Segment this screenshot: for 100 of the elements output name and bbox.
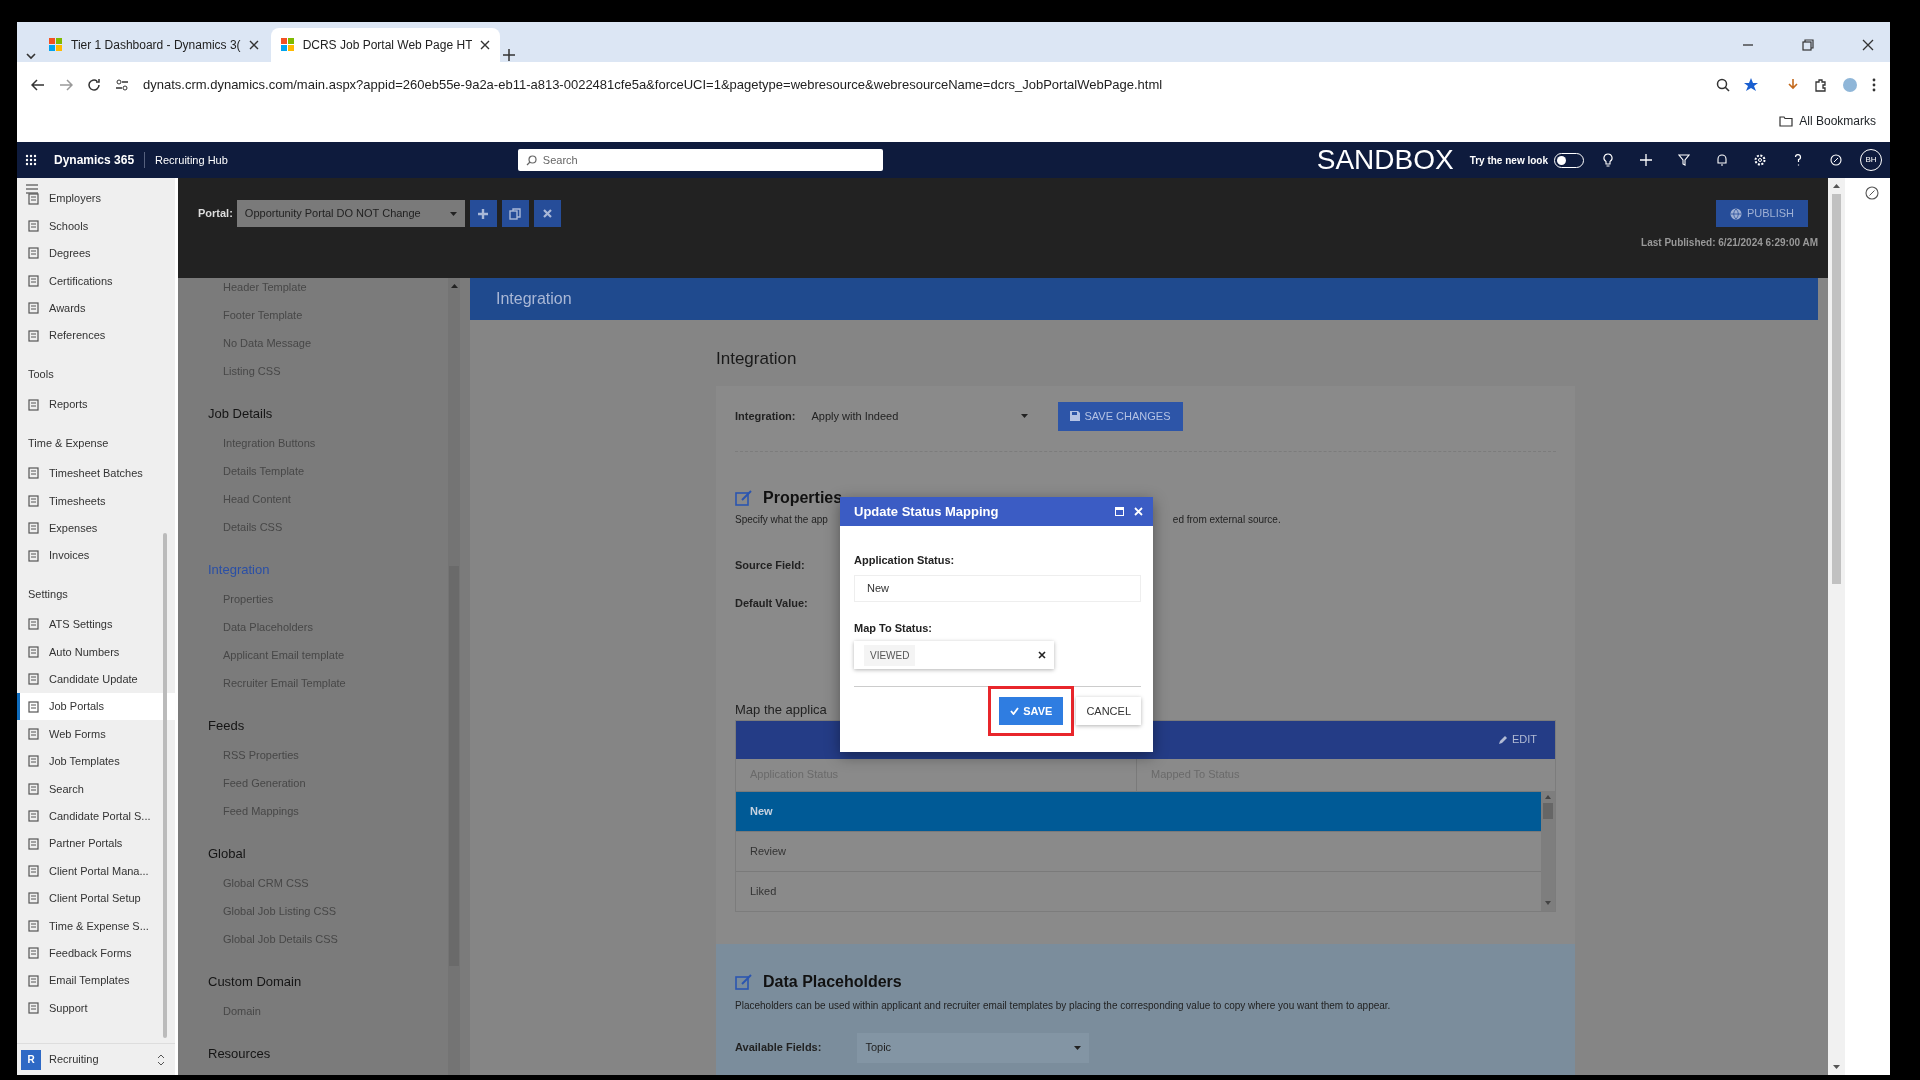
back-icon[interactable] <box>31 77 45 92</box>
table-row[interactable]: Liked <box>736 870 1541 911</box>
sidebar-item[interactable]: Timesheets <box>17 487 175 515</box>
sidebar-item[interactable]: Certifications <box>17 267 175 295</box>
nav-heading[interactable]: Global <box>208 825 448 869</box>
sidebar-item[interactable]: Auto Numbers <box>17 638 175 666</box>
sidebar-item[interactable]: Web Forms <box>17 720 175 748</box>
sidebar-item[interactable]: Job Templates <box>17 747 175 776</box>
edit-icon <box>735 973 753 990</box>
sidebar-item[interactable]: References <box>17 321 175 350</box>
nav-heading[interactable]: Resources <box>208 1025 448 1069</box>
sidebar-item[interactable]: Degrees <box>17 239 175 268</box>
scrollbar-thumb[interactable] <box>1543 802 1553 819</box>
map-to-status-field[interactable]: VIEWED <box>854 641 1054 669</box>
menu-icon[interactable] <box>26 184 38 194</box>
scroll-down-icon[interactable] <box>1833 1065 1840 1069</box>
search-field[interactable]: Search <box>517 149 883 171</box>
lightbulb-icon[interactable] <box>1602 153 1614 167</box>
description-text: ed from external source. <box>1172 512 1281 527</box>
maximize-icon[interactable] <box>1115 507 1124 516</box>
scroll-up-icon[interactable] <box>1833 184 1840 188</box>
close-icon[interactable] <box>248 40 259 50</box>
plus-icon <box>478 208 489 219</box>
reload-icon[interactable] <box>87 77 101 92</box>
chat-icon[interactable] <box>1865 186 1879 200</box>
sidebar-item[interactable]: Invoices <box>17 541 175 570</box>
area-switcher[interactable]: Recruiting <box>49 1051 149 1068</box>
available-fields-select[interactable]: Topic <box>857 1032 1090 1063</box>
sidebar-item[interactable]: Feedback Forms <box>17 939 175 967</box>
edit-link[interactable]: EDIT <box>1497 731 1537 748</box>
portal-select[interactable]: Opportunity Portal DO NOT Change <box>236 200 465 227</box>
sidebar-item[interactable]: Partner Portals <box>17 829 175 858</box>
close-icon[interactable] <box>1862 39 1874 51</box>
save-button[interactable]: SAVE <box>999 697 1064 725</box>
browser-tab[interactable]: DCRS Job Portal Web Page HT <box>270 28 501 62</box>
plus-icon[interactable] <box>1640 153 1652 167</box>
integration-label: Integration: <box>735 408 796 424</box>
help-icon[interactable] <box>1792 153 1804 167</box>
page-icon <box>28 522 39 535</box>
scrollbar-thumb[interactable] <box>1832 194 1841 584</box>
filter-icon[interactable] <box>1678 153 1690 167</box>
table-row[interactable]: New <box>736 790 1541 831</box>
clear-icon[interactable] <box>1038 651 1046 659</box>
sidebar-item[interactable]: Timesheet Batches <box>17 459 175 488</box>
bell-icon[interactable] <box>1716 153 1728 167</box>
publish-button[interactable]: PUBLISH <box>1715 200 1808 227</box>
page-icon <box>28 673 39 686</box>
sidebar-item[interactable]: Awards <box>17 294 175 322</box>
sidebar-item[interactable]: Search <box>17 775 175 803</box>
page-icon <box>28 494 39 507</box>
zoom-icon[interactable] <box>1716 77 1730 92</box>
sidebar-item[interactable]: Client Portal Mana... <box>17 857 175 885</box>
settings-icon[interactable] <box>1754 153 1766 167</box>
sidebar-item[interactable]: Client Portal Setup <box>17 884 175 913</box>
star-icon[interactable] <box>1744 77 1758 92</box>
sidebar-item[interactable]: Employers <box>17 185 175 213</box>
page-icon <box>28 1001 39 1014</box>
globe-icon <box>1729 207 1742 220</box>
forward-icon[interactable] <box>59 77 73 92</box>
dropdown-icon[interactable] <box>25 50 37 62</box>
table-row[interactable]: Review <box>736 830 1541 871</box>
extensions-icon[interactable] <box>1814 77 1828 92</box>
new-tab-icon[interactable] <box>502 48 517 62</box>
sidebar-item[interactable]: Schools <box>17 212 175 240</box>
sidebar-item[interactable]: Candidate Update <box>17 665 175 693</box>
sidebar-item[interactable]: Reports <box>17 390 175 419</box>
save-changes-button[interactable]: SAVE CHANGES <box>1057 401 1183 431</box>
address-field[interactable]: dynats.crm.dynamics.com/main.aspx?appid=260eb55e-9a2a-eb11-a813-0022481cfe5a&forceUCI=1&pagetype=webresource&webresourceName=dcrs_JobPortalWebPage.html <box>143 74 1702 95</box>
scroll-up-icon[interactable] <box>450 284 458 288</box>
integration-select[interactable]: Apply with Indeed <box>803 403 1036 429</box>
sidebar-item[interactable]: Email Templates <box>17 966 175 995</box>
page-icon <box>28 919 39 932</box>
sidebar-item[interactable]: ATS Settings <box>17 610 175 639</box>
close-icon[interactable] <box>480 40 491 50</box>
download-icon[interactable] <box>1786 77 1800 92</box>
delete-button[interactable] <box>533 200 561 227</box>
application-status-field[interactable]: New <box>854 574 1141 602</box>
edit-icon <box>735 489 753 506</box>
sidebar-item[interactable]: Candidate Portal S... <box>17 802 175 830</box>
app-launcher-icon[interactable] <box>25 154 37 166</box>
nav-heading[interactable]: Job Details <box>208 385 448 429</box>
bookmarks-link[interactable]: All Bookmarks <box>1799 112 1876 130</box>
sidebar-item[interactable]: Time & Expense S... <box>17 912 175 940</box>
more-icon[interactable] <box>1872 77 1876 92</box>
sidebar-item[interactable]: Job Portals <box>17 692 175 721</box>
restore-icon[interactable] <box>1802 39 1814 51</box>
cancel-button[interactable]: CANCEL <box>1076 697 1141 725</box>
chevron-updown-icon[interactable] <box>157 1053 165 1066</box>
add-button[interactable] <box>469 200 497 227</box>
area-badge: R <box>21 1049 41 1070</box>
page-icon <box>28 220 39 233</box>
sidebar-item[interactable]: Expenses <box>17 514 175 542</box>
page-icon <box>28 782 39 795</box>
site-settings-icon[interactable] <box>115 77 129 92</box>
floppy-icon <box>1069 411 1080 421</box>
nav-heading[interactable]: Custom Domain <box>208 953 448 997</box>
browser-tab[interactable]: Tier 1 Dashboard - Dynamics 3( <box>39 28 269 62</box>
sidebar-item[interactable]: Support <box>17 994 175 1022</box>
copy-button[interactable] <box>501 200 529 227</box>
nav-heading[interactable]: Feeds <box>208 697 448 741</box>
